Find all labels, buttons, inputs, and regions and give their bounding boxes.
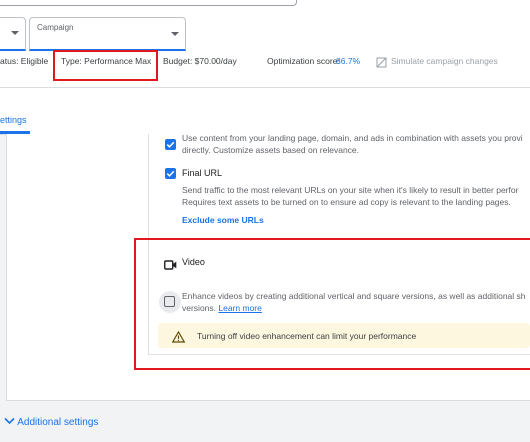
optimization-label: Optimization score:	[267, 56, 340, 66]
text-customization-desc-line2: directly. Customize assets based on rele…	[182, 145, 360, 155]
exclude-urls-link[interactable]: Exclude some URLs	[182, 215, 264, 225]
simulate-icon	[376, 55, 387, 73]
type-text: Type: Performance Max	[61, 56, 152, 66]
campaign-dropdown[interactable]: Campaign	[29, 17, 186, 51]
campaign-dropdown-label: Campaign	[37, 23, 74, 32]
additional-settings-toggle[interactable]: Additional settings	[4, 417, 98, 428]
text-customization-checkbox[interactable]	[165, 139, 176, 150]
optimization-score[interactable]: 86.7%	[336, 56, 360, 66]
tab-settings[interactable]: ettings	[0, 115, 27, 125]
final-url-title: Final URL	[182, 168, 223, 178]
additional-settings-label: Additional settings	[17, 417, 99, 429]
budget-text: Budget: $70.00/day	[163, 56, 237, 66]
video-highlight-box	[134, 238, 530, 370]
tab-bar: ettings	[0, 88, 530, 135]
chevron-down-icon	[11, 31, 19, 35]
final-url-desc-line1: Send traffic to the most relevant URLs o…	[182, 185, 519, 195]
final-url-checkbox[interactable]	[165, 168, 176, 179]
chevron-down-icon	[171, 32, 179, 36]
simulate-changes-link[interactable]: Simulate campaign changes	[391, 56, 498, 66]
previous-dropdown[interactable]	[0, 17, 26, 51]
text-customization-desc-line1: Use content from your landing page, doma…	[182, 133, 523, 143]
expand-chevron-icon	[4, 417, 15, 428]
checkbox-checked-icon	[166, 141, 175, 148]
final-url-desc-line2: Requires text assets to be turned on to …	[182, 197, 511, 207]
search-field[interactable]	[0, 0, 297, 6]
status-text: atus: Eligible	[0, 56, 49, 66]
checkbox-checked-icon	[166, 170, 175, 177]
